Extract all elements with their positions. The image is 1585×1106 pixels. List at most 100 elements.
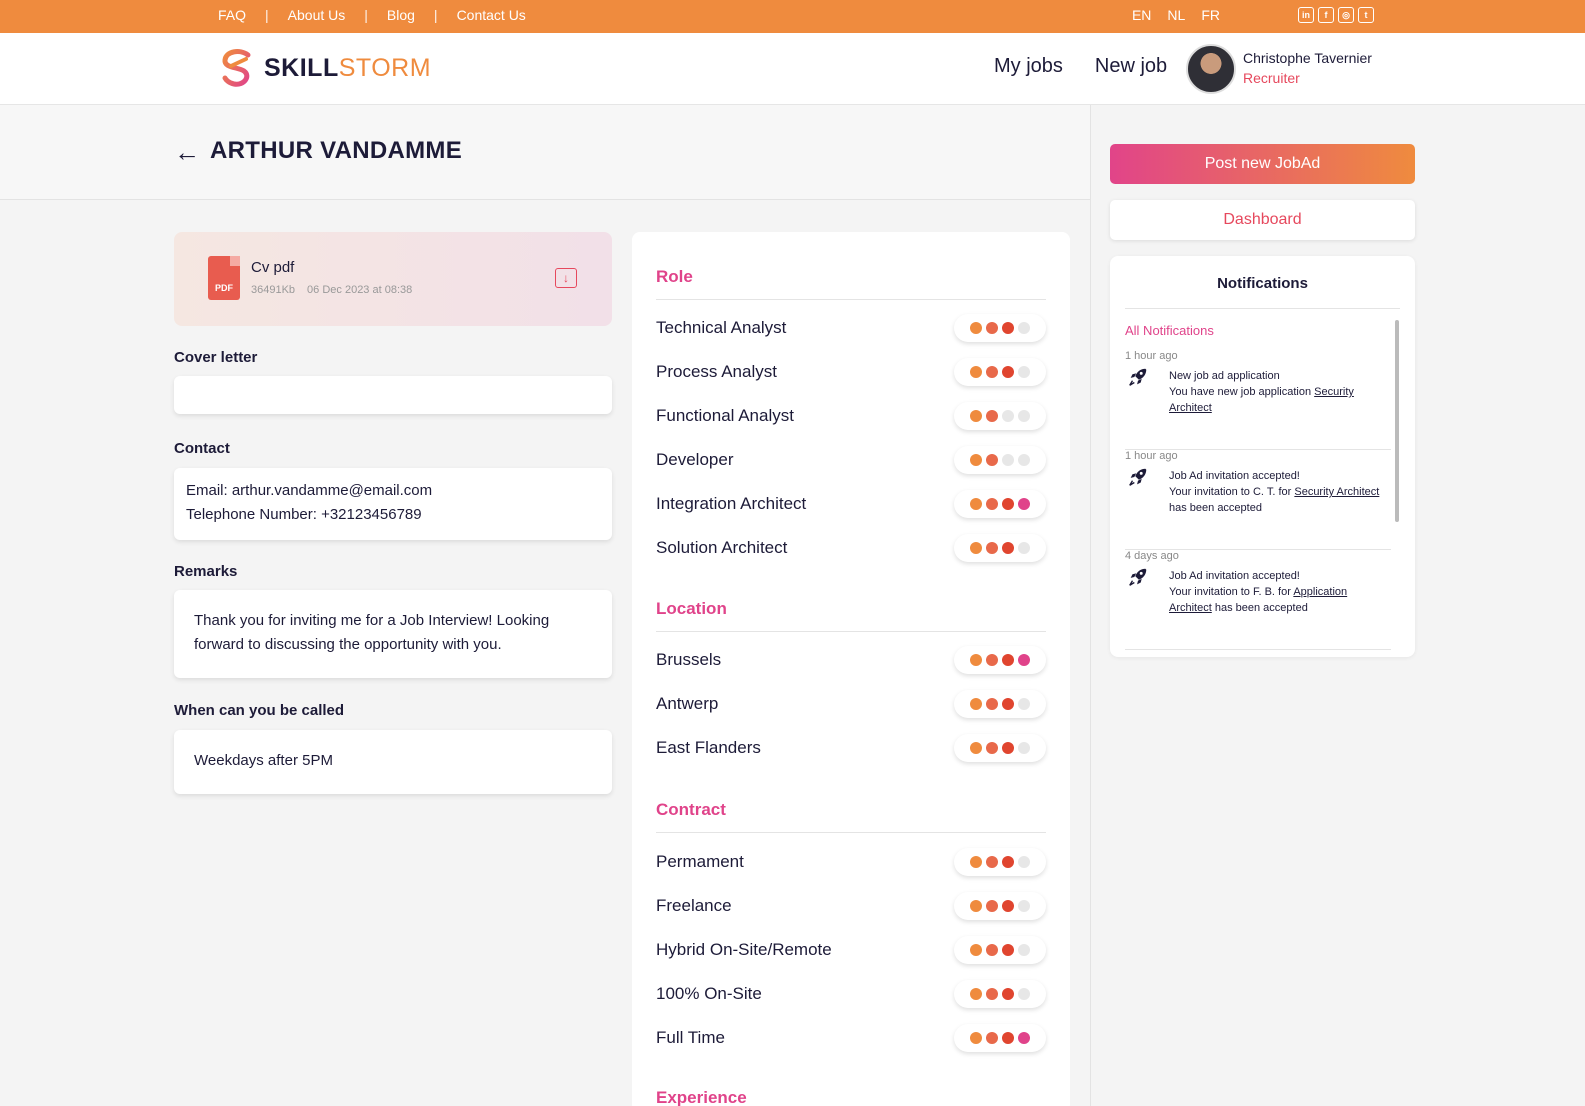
skill-level-indicator: [954, 734, 1046, 762]
notification-time: 1 hour ago: [1125, 350, 1178, 362]
lang-en[interactable]: EN: [1132, 7, 1151, 23]
notifications-title: Notifications: [1217, 275, 1308, 292]
cv-file-card: PDF Cv pdf 36491Kb 06 Dec 2023 at 08:38 …: [174, 232, 612, 326]
notification-title: Job Ad invitation accepted!: [1169, 570, 1300, 582]
cover-letter-label: Cover letter: [174, 349, 258, 366]
lang-nl[interactable]: NL: [1167, 7, 1185, 23]
avatar[interactable]: [1186, 44, 1236, 94]
level-dot: [986, 742, 998, 754]
level-dot: [970, 900, 982, 912]
role-heading: Role: [656, 267, 693, 286]
divider: [1125, 308, 1400, 309]
top-links: FAQ | About Us | Blog | Contact Us: [218, 7, 526, 23]
facebook-icon[interactable]: f: [1318, 7, 1334, 23]
level-dot: [986, 410, 998, 422]
user-name: Christophe Tavernier: [1243, 50, 1372, 66]
level-dot: [1018, 742, 1030, 754]
level-dot: [1018, 944, 1030, 956]
level-dot: [986, 900, 998, 912]
back-arrow-icon[interactable]: ←: [174, 137, 200, 168]
notifications-card: Notifications All Notifications 1 hour a…: [1110, 256, 1415, 657]
dashboard-button[interactable]: Dashboard: [1110, 200, 1415, 240]
lang-fr[interactable]: FR: [1201, 7, 1220, 23]
notification-item[interactable]: 4 days ago Job Ad invitation accepted! You…: [1125, 550, 1391, 650]
level-dot: [1002, 542, 1014, 554]
remarks-label: Remarks: [174, 563, 238, 580]
notification-item[interactable]: 1 hour ago Job Ad invitation accepted! You…: [1125, 450, 1391, 550]
skill-name: 100% On-Site: [656, 984, 762, 1003]
skill-level-indicator: [954, 490, 1046, 518]
job-link[interactable]: Security Architect: [1294, 486, 1379, 498]
rocket-icon: [1129, 568, 1147, 586]
skill-name: Integration Architect: [656, 494, 807, 513]
notifications-scrollbar[interactable]: [1395, 320, 1399, 522]
nav-new-job[interactable]: New job: [1095, 55, 1167, 78]
faq-link[interactable]: FAQ: [218, 7, 246, 23]
instagram-icon[interactable]: ◎: [1338, 7, 1354, 23]
skill-name: Antwerp: [656, 694, 719, 713]
skill-row: Developer: [656, 446, 1046, 476]
level-dot: [970, 988, 982, 1000]
cv-file-date: 06 Dec 2023 at 08:38: [307, 284, 413, 296]
contact-label: Contact: [174, 440, 230, 457]
skill-level-indicator: [954, 690, 1046, 718]
notification-text: Job Ad invitation accepted! Your invitati…: [1169, 568, 1391, 616]
skill-name: Hybrid On-Site/Remote: [656, 940, 832, 959]
level-dot: [970, 410, 982, 422]
level-dot: [1002, 856, 1014, 868]
level-dot: [970, 856, 982, 868]
language-switcher: EN NL FR: [1132, 7, 1220, 23]
level-dot: [1002, 1032, 1014, 1044]
level-dot: [1002, 454, 1014, 466]
about-us-link[interactable]: About Us: [288, 7, 346, 23]
notification-title: Job Ad invitation accepted!: [1169, 470, 1300, 482]
level-dot: [970, 654, 982, 666]
level-dot: [1018, 1032, 1030, 1044]
skill-level-indicator: [954, 980, 1046, 1008]
level-dot: [1018, 654, 1030, 666]
logo[interactable]: SKILLSTORM: [218, 47, 431, 89]
post-new-jobad-button[interactable]: Post new JobAd: [1110, 144, 1415, 184]
top-bar: FAQ | About Us | Blog | Contact Us EN NL…: [0, 0, 1585, 33]
header: SKILLSTORM My jobs New job Christophe Ta…: [0, 33, 1585, 105]
skill-level-indicator: [954, 892, 1046, 920]
level-dot: [1018, 366, 1030, 378]
level-dot: [986, 366, 998, 378]
notification-time: 4 days ago: [1125, 550, 1179, 562]
separator: |: [433, 7, 438, 23]
skill-row: Full Time: [656, 1024, 1046, 1054]
contact-email: Email: arthur.vandamme@email.com: [186, 482, 433, 499]
level-dot: [1018, 410, 1030, 422]
location-heading: Location: [656, 599, 727, 618]
contact-us-link[interactable]: Contact Us: [457, 7, 526, 23]
remarks-box: Thank you for inviting me for a Job Inte…: [174, 590, 612, 678]
linkedin-icon[interactable]: in: [1298, 7, 1314, 23]
download-icon[interactable]: ↓: [555, 268, 577, 288]
notification-title: New job ad application: [1169, 370, 1280, 382]
level-dot: [986, 322, 998, 334]
skill-row: Hybrid On-Site/Remote: [656, 936, 1046, 966]
skill-row: 100% On-Site: [656, 980, 1046, 1010]
rocket-icon: [1129, 368, 1147, 386]
cv-file-size: 36491Kb: [251, 284, 296, 296]
notification-body: Your invitation to C. T. for Security Ar…: [1169, 486, 1380, 514]
level-dot: [1018, 900, 1030, 912]
level-dot: [970, 698, 982, 710]
twitter-icon[interactable]: t: [1358, 7, 1374, 23]
separator: |: [364, 7, 368, 23]
nav-my-jobs[interactable]: My jobs: [994, 55, 1063, 78]
all-notifications-link[interactable]: All Notifications: [1125, 323, 1214, 338]
level-dot: [970, 944, 982, 956]
level-dot: [1002, 498, 1014, 510]
skill-name: Freelance: [656, 896, 732, 915]
skill-row: Integration Architect: [656, 490, 1046, 520]
level-dot: [1002, 944, 1014, 956]
notification-text: Job Ad invitation accepted! Your invitati…: [1169, 468, 1391, 516]
level-dot: [1002, 698, 1014, 710]
contract-heading: Contract: [656, 800, 726, 819]
user-role: Recruiter: [1243, 70, 1300, 86]
skill-row: Technical Analyst: [656, 314, 1046, 344]
blog-link[interactable]: Blog: [387, 7, 415, 23]
skill-name: Full Time: [656, 1028, 725, 1047]
notification-item[interactable]: 1 hour ago New job ad application You have…: [1125, 350, 1391, 450]
